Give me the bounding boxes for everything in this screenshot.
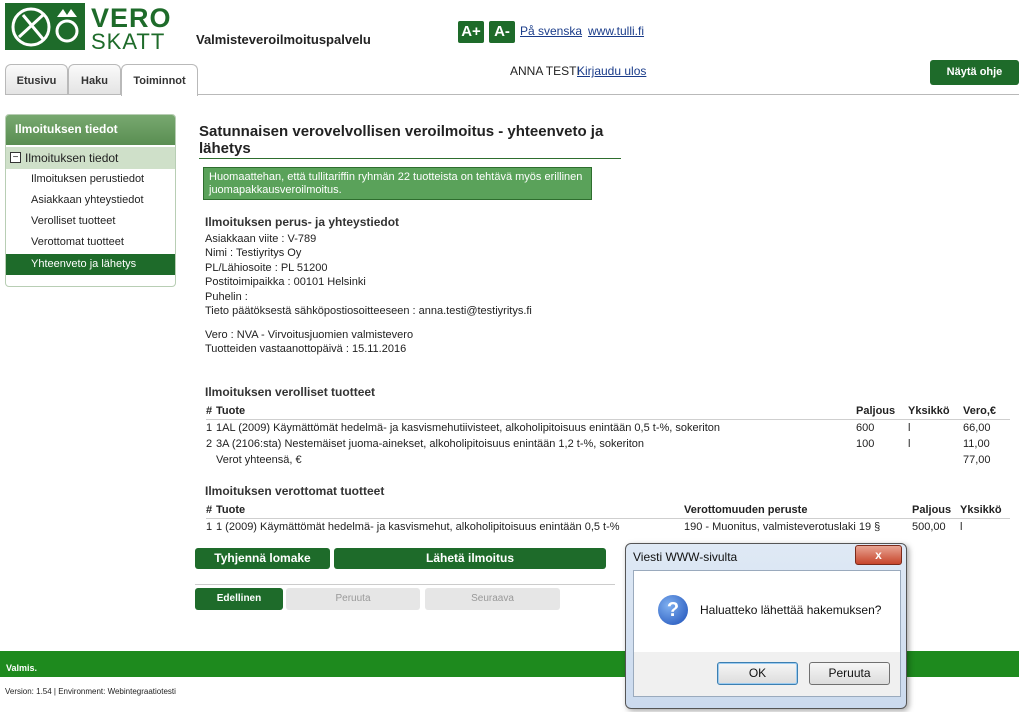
logo-emblem-icon — [5, 3, 85, 50]
tulli-site-link[interactable]: www.tulli.fi — [588, 24, 644, 38]
info-line-phone: Puhelin : — [205, 290, 248, 303]
sidebar: Ilmoituksen tiedot − Ilmoituksen tiedot … — [5, 114, 176, 287]
close-icon[interactable]: x — [855, 545, 902, 565]
col-header-product: Tuote — [216, 502, 684, 519]
col-header-unit: Yksikkö — [960, 502, 1010, 519]
font-larger-button[interactable]: A+ — [458, 21, 484, 43]
col-header-number: # — [206, 502, 216, 519]
cell-tax: 11,00 — [963, 438, 990, 450]
ok-button[interactable]: OK — [717, 662, 798, 685]
sidebar-section-label: Ilmoituksen tiedot — [25, 151, 119, 165]
info-line-receive-date: Tuotteiden vastaanottopäivä : 15.11.2016 — [205, 343, 407, 356]
dialog-title: Viesti WWW-sivulta — [633, 550, 738, 564]
col-header-unit: Yksikkö — [908, 403, 963, 420]
cell-product: 3A (2106:sta) Nestemäiset juoma-ainekset… — [216, 438, 645, 450]
clear-form-button[interactable]: Tyhjennä lomake — [195, 548, 330, 569]
info-line-address: PL/Lähiosoite : PL 51200 — [205, 261, 328, 274]
cell-quantity: 600 — [856, 422, 875, 434]
exempt-products-title: Ilmoituksen verottomat tuotteet — [205, 484, 385, 498]
logo-text-skatt: SKATT — [91, 29, 166, 54]
tab-toiminnot[interactable]: Toiminnot — [121, 64, 198, 96]
cancel-button[interactable]: Peruuta — [286, 588, 420, 610]
tab-etusivu[interactable]: Etusivu — [5, 64, 68, 95]
taxable-products-title: Ilmoituksen verolliset tuotteet — [205, 385, 376, 399]
cell-quantity: 500,00 — [912, 521, 946, 533]
question-icon: ? — [658, 595, 688, 625]
table-header-row: # Tuote Paljous Yksikkö Vero,€ — [206, 403, 1010, 420]
notice-box: Huomaattehan, että tullitariffin ryhmän … — [203, 167, 592, 200]
title-underline — [199, 158, 621, 159]
sidebar-item-yhteystiedot[interactable]: Asiakkaan yhteystiedot — [6, 190, 175, 211]
info-line-name: Nimi : Testiyritys Oy — [205, 247, 302, 260]
cell-tax: 66,00 — [963, 422, 991, 434]
info-line-postal: Postitoimipaikka : 00101 Helsinki — [205, 276, 366, 289]
sidebar-section-toggle[interactable]: − Ilmoituksen tiedot — [6, 147, 175, 169]
logout-link[interactable]: Kirjaudu ulos — [577, 64, 646, 78]
dialog-body: ? Haluatteko lähettää hakemuksen? — [633, 570, 901, 654]
service-title: Valmisteveroilmoituspalvelu — [196, 32, 371, 47]
total-label: Verot yhteensä, € — [216, 454, 302, 466]
sidebar-item-yhteenveto[interactable]: Yhteenveto ja lähetys — [6, 254, 175, 275]
table-row: 2 3A (2106:sta) Nestemäiset juoma-aineks… — [206, 436, 1010, 452]
cell-quantity: 100 — [856, 438, 875, 450]
font-smaller-button[interactable]: A- — [489, 21, 515, 43]
table-row: 1 1AL (2009) Käymättömät hedelmä- ja kas… — [206, 420, 1010, 437]
tab-haku[interactable]: Haku — [68, 64, 121, 95]
cell-empty — [908, 452, 963, 468]
sidebar-item-perustiedot[interactable]: Ilmoituksen perustiedot — [6, 169, 175, 190]
dialog-footer: OK Peruuta — [633, 652, 901, 697]
page-title: Satunnaisen verovelvollisen veroilmoitus… — [199, 123, 604, 157]
cell-unit: l — [908, 422, 911, 434]
cell-unit: l — [960, 521, 963, 533]
col-header-product: Tuote — [216, 403, 856, 420]
exempt-products-table: # Tuote Verottomuuden peruste Paljous Yk… — [206, 502, 1010, 535]
col-header-quantity: Paljous — [912, 502, 960, 519]
tax-info-list: Vero : NVA - Virvoitusjuomien valmisteve… — [205, 328, 413, 357]
next-button[interactable]: Seuraava — [425, 588, 560, 610]
dialog-cancel-button[interactable]: Peruuta — [809, 662, 890, 685]
col-header-exemption-basis: Verottomuuden peruste — [684, 502, 912, 519]
cell-empty — [856, 452, 908, 468]
nav-divider — [195, 584, 615, 585]
version-text: Version: 1.54 | Environment: Webintegraa… — [5, 687, 176, 696]
info-line-reference: Asiakkaan viite : V-789 — [205, 233, 317, 245]
total-value: 77,00 — [963, 454, 991, 466]
dialog-message: Haluatteko lähettää hakemuksen? — [700, 603, 882, 617]
sidebar-heading: Ilmoituksen tiedot — [6, 115, 175, 145]
vero-skatt-logo: VERO SKATT — [5, 3, 171, 54]
cell-product: 1 (2009) Käymättömät hedelmä- ja kasvism… — [216, 521, 620, 533]
previous-button[interactable]: Edellinen — [195, 588, 283, 610]
col-header-quantity: Paljous — [856, 403, 908, 420]
cell-product: 1AL (2009) Käymättömät hedelmä- ja kasvi… — [216, 422, 721, 434]
basic-info-title: Ilmoituksen perus- ja yhteystiedot — [205, 215, 400, 229]
info-line-email: Tieto päätöksestä sähköpostiosoitteeseen… — [205, 305, 532, 318]
table-total-row: Verot yhteensä, € 77,00 — [206, 452, 1010, 468]
send-declaration-button[interactable]: Lähetä ilmoitus — [334, 548, 606, 569]
collapse-minus-icon[interactable]: − — [10, 152, 21, 163]
user-name: ANNA TESTI — [510, 64, 580, 78]
col-header-number: # — [206, 403, 216, 420]
swedish-language-link[interactable]: På svenska — [520, 24, 582, 38]
table-row: 1 1 (2009) Käymättömät hedelmä- ja kasvi… — [206, 519, 1010, 536]
cell-number: 1 — [206, 521, 213, 533]
table-header-row: # Tuote Verottomuuden peruste Paljous Yk… — [206, 502, 1010, 519]
col-header-tax: Vero,€ — [963, 403, 1010, 420]
taxable-products-table: # Tuote Paljous Yksikkö Vero,€ 1 1AL (20… — [206, 403, 1010, 468]
info-line-tax: Vero : NVA - Virvoitusjuomien valmisteve… — [205, 329, 414, 341]
cell-exemption-basis: 190 - Muonitus, valmisteverotuslaki 19 § — [684, 521, 881, 533]
confirm-dialog: Viesti WWW-sivulta x ? Haluatteko lähett… — [625, 543, 907, 709]
cell-unit: l — [908, 438, 911, 450]
sidebar-item-verolliset[interactable]: Verolliset tuotteet — [6, 211, 175, 232]
sidebar-item-verottomat[interactable]: Verottomat tuotteet — [6, 232, 175, 253]
cell-number: 2 — [206, 438, 213, 450]
basic-info-list: Asiakkaan viite : V-789 Nimi : Testiyrit… — [205, 232, 532, 318]
cell-empty — [206, 452, 216, 468]
status-text: Valmis. — [6, 663, 38, 673]
cell-number: 1 — [206, 422, 213, 434]
show-help-button[interactable]: Näytä ohje — [930, 60, 1019, 85]
